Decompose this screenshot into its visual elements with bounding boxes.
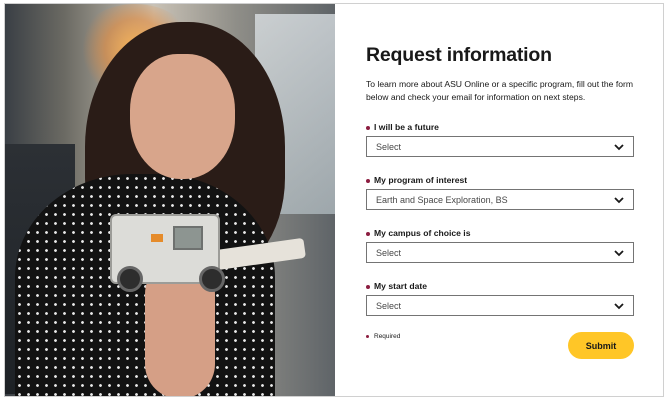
start-date-label: My start date: [366, 281, 427, 291]
future-student-label-text: I will be a future: [374, 122, 439, 132]
program-select-value: Earth and Space Exploration, BS: [376, 195, 508, 205]
required-dot: [366, 178, 370, 183]
form-title: Request information: [366, 44, 552, 66]
required-dot: [366, 334, 369, 338]
chevron-down-icon: [614, 197, 624, 204]
program-select[interactable]: Earth and Space Exploration, BS: [366, 189, 634, 210]
required-dot: [366, 125, 370, 130]
form-intro: To learn more about ASU Online or a spec…: [366, 79, 634, 102]
required-note-text: Required: [374, 333, 401, 340]
photo-robot-screen: [173, 226, 203, 250]
future-student-select[interactable]: Select: [366, 136, 634, 157]
future-student-label: I will be a future: [366, 122, 439, 132]
photo-person-face: [130, 54, 235, 179]
required-dot: [366, 231, 370, 236]
photo-robot-wheel: [117, 266, 143, 292]
hero-photo: [5, 4, 335, 396]
chevron-down-icon: [614, 144, 624, 151]
chevron-down-icon: [614, 250, 624, 257]
campus-label: My campus of choice is: [366, 228, 470, 238]
photo-robot-button: [151, 234, 163, 242]
future-student-select-value: Select: [376, 142, 402, 152]
required-note: Required: [366, 333, 400, 340]
photo-robot-wheel: [199, 266, 225, 292]
submit-button[interactable]: Submit: [568, 332, 634, 359]
campus-label-text: My campus of choice is: [374, 228, 471, 238]
campus-select-value: Select: [376, 248, 402, 258]
start-date-label-text: My start date: [374, 281, 428, 291]
start-date-select-value: Select: [376, 301, 402, 311]
program-label-text: My program of interest: [374, 175, 468, 185]
program-label: My program of interest: [366, 175, 467, 185]
start-date-select[interactable]: Select: [366, 295, 634, 316]
page-frame: Request information To learn more about …: [4, 3, 664, 397]
request-info-form: Request information To learn more about …: [336, 4, 663, 396]
campus-select[interactable]: Select: [366, 242, 634, 263]
chevron-down-icon: [614, 303, 624, 310]
required-dot: [366, 284, 370, 289]
